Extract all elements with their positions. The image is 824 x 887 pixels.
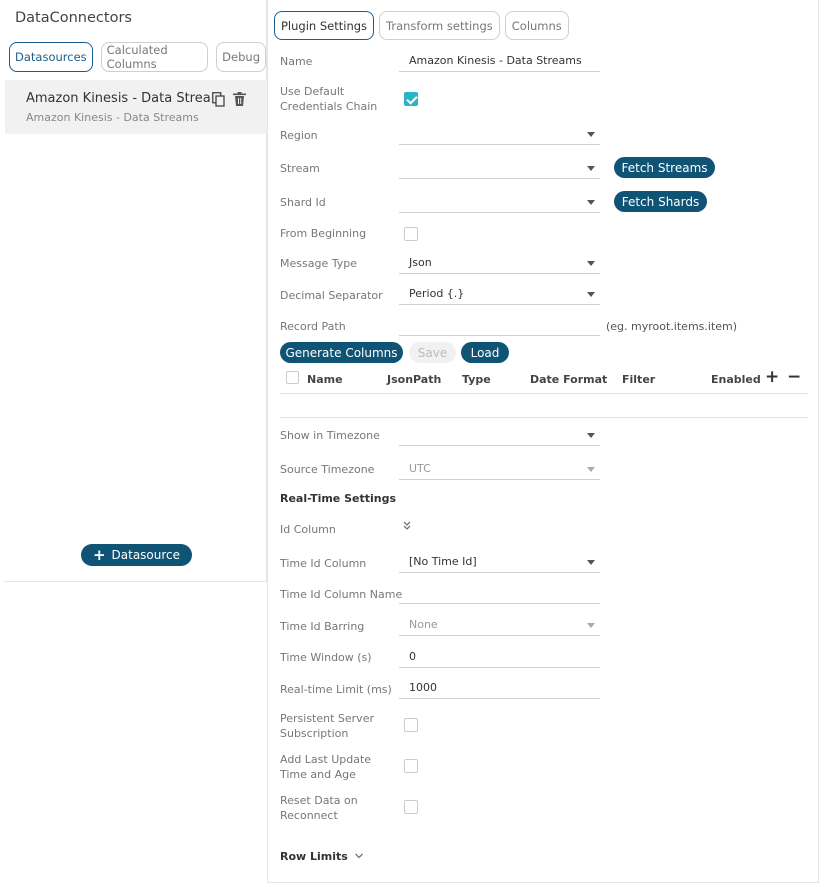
copy-icon[interactable] (212, 92, 225, 107)
name-label: Name (280, 55, 313, 68)
realtime-limit-label: Real-time Limit (ms) (280, 683, 392, 696)
shard-id-select[interactable] (399, 191, 600, 213)
time-id-column-name-input[interactable] (399, 582, 600, 604)
remove-row-icon[interactable]: − (787, 367, 801, 387)
credentials-checkbox[interactable] (404, 92, 418, 106)
shard-id-label: Shard Id (280, 196, 326, 209)
table-divider (280, 417, 808, 418)
time-id-column-label: Time Id Column (280, 557, 367, 570)
chevron-down-icon (587, 433, 595, 438)
double-chevron-down-icon[interactable] (402, 520, 412, 534)
col-header-filter: Filter (622, 373, 656, 386)
persistent-subscription-checkbox[interactable] (404, 718, 418, 732)
stream-label: Stream (280, 162, 320, 175)
tab-calculated-columns[interactable]: Calculated Columns (100, 42, 209, 72)
source-timezone-label: Source Timezone (280, 463, 375, 476)
chevron-down-icon (587, 166, 595, 171)
col-header-enabled: Enabled (711, 373, 761, 386)
record-path-input[interactable] (399, 314, 600, 336)
decimal-separator-label: Decimal Separator (280, 289, 383, 302)
message-type-select[interactable]: Json (399, 252, 600, 274)
tab-transform-settings[interactable]: Transform settings (379, 11, 500, 40)
reset-data-label: Reset Data on Reconnect (280, 794, 358, 822)
record-path-hint: (eg. myroot.items.item) (606, 320, 738, 333)
region-select[interactable] (399, 123, 600, 145)
settings-tabs: Plugin Settings Transform settings Colum… (274, 11, 569, 40)
col-header-name: Name (307, 373, 343, 386)
datasource-list-item[interactable]: Amazon Kinesis - Data Strea... Amazon Ki… (5, 80, 267, 134)
settings-panel: Plugin Settings Transform settings Colum… (267, 0, 819, 883)
from-beginning-label: From Beginning (280, 227, 367, 240)
decimal-separator-value: Period {.} (409, 287, 465, 300)
region-label: Region (280, 129, 318, 142)
reset-data-checkbox[interactable] (404, 800, 418, 814)
show-in-timezone-select[interactable] (399, 424, 600, 446)
chevron-down-icon (587, 200, 595, 205)
time-id-column-value: [No Time Id] (409, 555, 477, 568)
generate-columns-button[interactable]: Generate Columns (280, 342, 403, 363)
datasources-panel: DataConnectors Datasources Calculated Co… (4, 0, 267, 582)
credentials-label: Use Default Credentials Chain (280, 85, 378, 113)
columns-table-header: Name JsonPath Type Date Format Filter En… (280, 367, 808, 394)
col-header-date-format: Date Format (530, 373, 608, 386)
chevron-down-icon (587, 261, 595, 266)
chevron-down-icon (587, 560, 595, 565)
record-path-label: Record Path (280, 320, 346, 333)
left-tabs: Datasources Calculated Columns Debug (9, 42, 266, 72)
chevron-down-icon (587, 623, 595, 628)
message-type-label: Message Type (280, 257, 357, 270)
fetch-shards-button[interactable]: Fetch Shards (614, 191, 707, 212)
time-id-barring-value: None (409, 618, 438, 631)
chevron-down-icon[interactable] (354, 852, 364, 860)
message-type-value: Json (409, 256, 432, 269)
time-id-column-name-label: Time Id Column Name (280, 588, 403, 601)
row-limits-heading[interactable]: Row Limits (280, 850, 348, 863)
tab-debug[interactable]: Debug (216, 42, 266, 72)
time-id-column-select[interactable]: [No Time Id] (399, 551, 600, 573)
save-button[interactable]: Save (409, 342, 456, 363)
panel-title: DataConnectors (15, 10, 132, 26)
plus-icon: + (92, 545, 106, 564)
chevron-down-icon (587, 467, 595, 472)
tab-plugin-settings[interactable]: Plugin Settings (274, 11, 375, 40)
time-window-input[interactable]: 0 (399, 646, 600, 668)
chevron-down-icon (587, 292, 595, 297)
tab-datasources[interactable]: Datasources (9, 42, 93, 72)
show-in-timezone-label: Show in Timezone (280, 429, 380, 442)
select-all-checkbox[interactable] (286, 371, 299, 384)
id-column-label: Id Column (280, 523, 336, 536)
datasource-type: Amazon Kinesis - Data Streams (26, 111, 199, 124)
realtime-settings-heading: Real-Time Settings (280, 492, 397, 505)
add-datasource-label: Datasource (111, 548, 181, 562)
col-header-jsonpath: JsonPath (387, 373, 442, 386)
from-beginning-checkbox[interactable] (404, 227, 418, 241)
realtime-limit-input[interactable]: 1000 (399, 677, 600, 699)
time-id-barring-select[interactable]: None (399, 614, 600, 636)
add-row-icon[interactable]: + (765, 367, 779, 387)
add-datasource-button[interactable]: + Datasource (81, 544, 192, 566)
fetch-streams-button[interactable]: Fetch Streams (614, 157, 715, 178)
chevron-down-icon (587, 132, 595, 137)
decimal-separator-select[interactable]: Period {.} (399, 283, 600, 305)
source-timezone-value: UTC (409, 462, 431, 475)
col-header-type: Type (462, 373, 491, 386)
stream-select[interactable] (399, 157, 600, 179)
load-button[interactable]: Load (461, 342, 509, 363)
source-timezone-select[interactable]: UTC (399, 458, 600, 480)
time-window-label: Time Window (s) (280, 651, 372, 664)
persistent-subscription-label: Persistent Server Subscription (280, 712, 374, 740)
name-input[interactable]: Amazon Kinesis - Data Streams (399, 50, 600, 72)
add-last-update-label: Add Last Update Time and Age (280, 753, 372, 781)
datasource-name: Amazon Kinesis - Data Strea... (26, 91, 212, 106)
time-id-barring-label: Time Id Barring (280, 620, 365, 633)
trash-icon[interactable] (233, 92, 246, 106)
tab-columns[interactable]: Columns (504, 11, 569, 40)
add-last-update-checkbox[interactable] (404, 759, 418, 773)
